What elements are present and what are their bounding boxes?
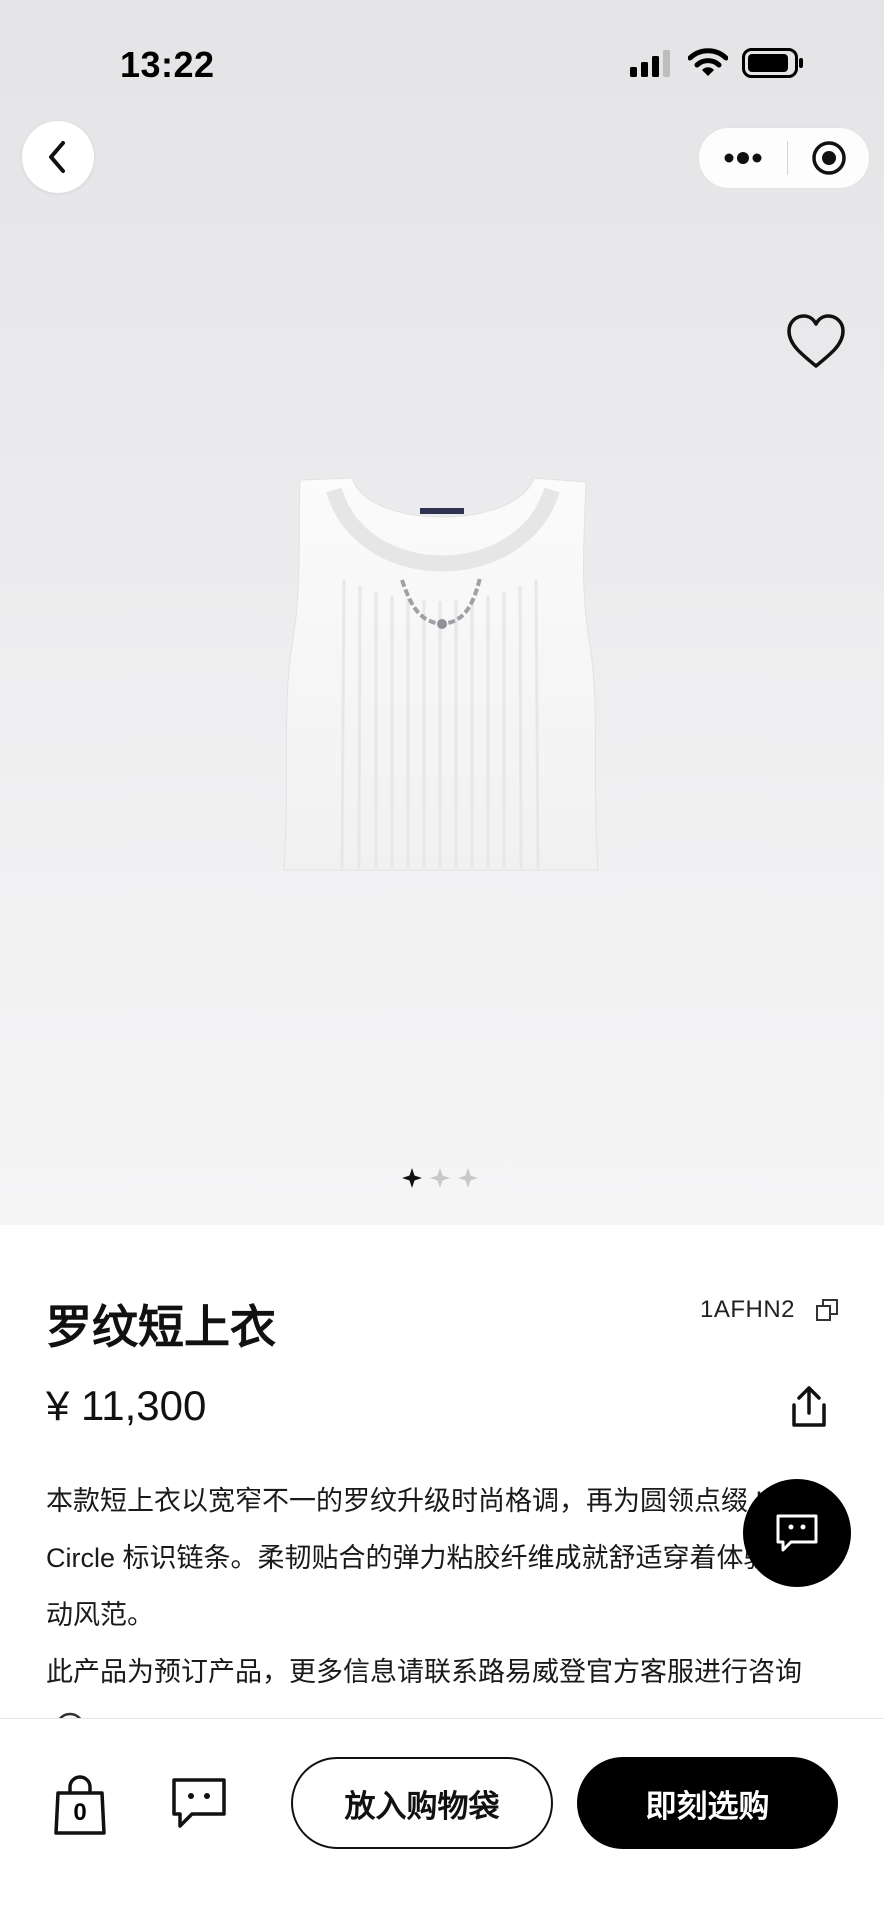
- more-dots-icon[interactable]: [723, 151, 763, 165]
- battery-icon: [742, 48, 803, 78]
- copy-icon[interactable]: [815, 1298, 839, 1322]
- wifi-icon: [688, 48, 728, 76]
- product-title: 罗纹短上衣: [46, 1301, 276, 1353]
- target-circle-icon[interactable]: [811, 140, 847, 176]
- back-button[interactable]: [22, 121, 94, 193]
- product-price: ¥ 11,300: [46, 1382, 207, 1429]
- add-to-bag-button[interactable]: 放入购物袋: [291, 1757, 553, 1849]
- product-sku: 1AFHN2: [700, 1296, 796, 1323]
- bag-count-badge: 0: [73, 1799, 87, 1826]
- capsule-divider: [786, 141, 788, 175]
- bottom-action-bar: 0 放入购物袋 即刻选购: [0, 1718, 884, 1921]
- pagination-dot-icon: [458, 1168, 478, 1188]
- pagination-dot-icon: [430, 1168, 450, 1188]
- status-time: 13:22: [120, 44, 215, 85]
- description-line: 此产品为预订产品，更多信息请联系路易威登官方客服进行咨询: [46, 1657, 802, 1687]
- description-line: 本款短上衣以宽窄不一的罗纹升级时尚格调，再为圆领点缀 L: [46, 1486, 771, 1516]
- gallery-pagination: [402, 1168, 478, 1188]
- status-icons: [630, 48, 804, 78]
- description-line: 动风范。: [46, 1600, 154, 1630]
- pagination-dot-active-icon: [402, 1168, 422, 1188]
- status-bar: 13:22: [0, 0, 884, 120]
- chevron-left-icon: [49, 141, 65, 173]
- chat-fab-button[interactable]: [743, 1479, 851, 1587]
- message-icon: [172, 1778, 226, 1828]
- product-gallery[interactable]: 13:22: [0, 0, 884, 1225]
- mini-program-capsule: [698, 127, 870, 189]
- chat-bubble-icon: [776, 1514, 818, 1552]
- shopping-bag-button[interactable]: 0: [52, 1775, 108, 1837]
- buy-now-button[interactable]: 即刻选购: [577, 1757, 838, 1849]
- share-icon[interactable]: [789, 1385, 829, 1429]
- product-description: 本款短上衣以宽窄不一的罗纹升级时尚格调，再为圆领点缀 L Circle 标识链条…: [46, 1473, 826, 1701]
- cellular-signal-icon: [630, 50, 670, 77]
- heart-icon[interactable]: [784, 312, 848, 372]
- message-button[interactable]: [170, 1776, 228, 1830]
- description-line: Circle 标识链条。柔韧贴合的弹力粘胶纤维成就舒适穿着体验: [46, 1543, 771, 1573]
- product-info: 罗纹短上衣 1AFHN2 ¥ 11,300 本款短上衣以宽窄不一的罗纹升级时尚格…: [0, 1225, 884, 1729]
- product-image: [283, 477, 599, 871]
